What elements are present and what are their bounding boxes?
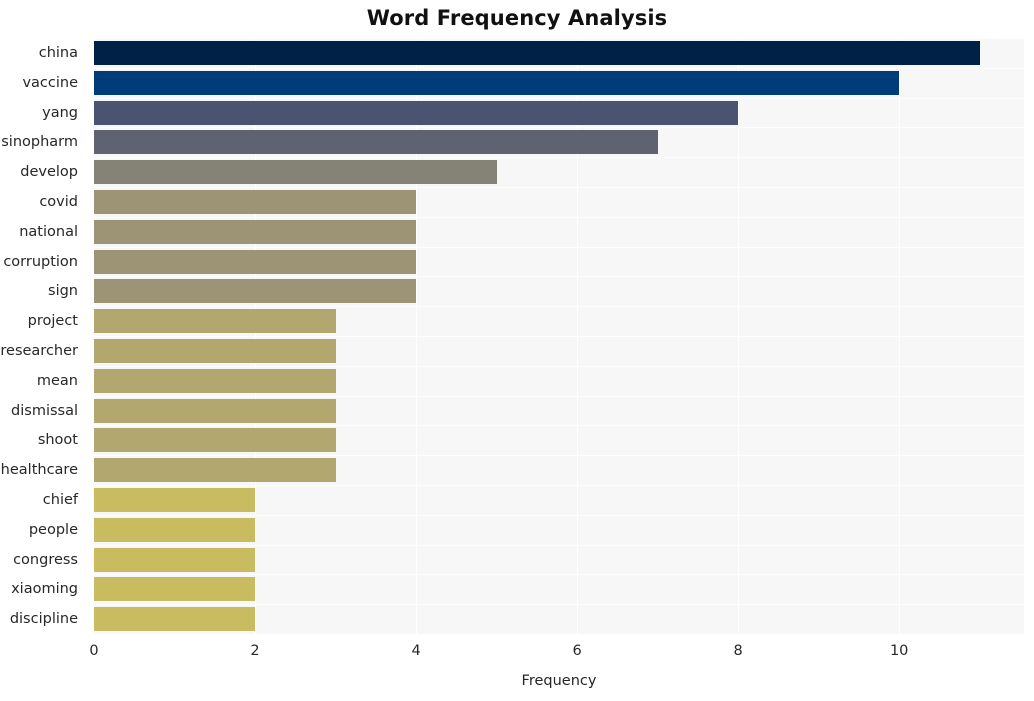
y-axis-tick-label: national [19,223,78,240]
chart-title: Word Frequency Analysis [366,6,668,30]
grid-line-horizontal [94,514,1024,516]
x-axis-tick-label: 0 [89,643,99,659]
bar [94,517,256,542]
y-axis-tick-label: project [27,313,78,330]
grid-line-horizontal [94,246,1024,248]
x-axis-title: Frequency [521,673,597,689]
grid-line-horizontal [94,485,1024,486]
bar [94,279,417,304]
y-axis-tick-label: yang [42,104,78,121]
grid-line-vertical [899,38,901,634]
grid-line-horizontal [94,455,1024,457]
bar [94,160,497,185]
bar [94,309,336,334]
y-axis-tick-label: researcher [0,342,78,359]
grid-line-horizontal [94,127,1024,129]
y-axis-tick-label: people [28,521,78,538]
grid-line-horizontal [94,157,1024,159]
y-axis-tick-label: discipline [9,611,78,628]
bar [94,130,658,155]
x-axis-tick-label: 2 [250,643,260,659]
bar [94,428,336,453]
grid-line-horizontal [94,187,1024,188]
bar [94,189,417,214]
grid-line-horizontal [94,574,1024,576]
y-axis-tick-label: sign [48,283,78,300]
bar [94,458,336,483]
grid-line-horizontal [94,365,1024,367]
grid-line-vertical [94,38,95,634]
grid-line-horizontal [94,38,1024,39]
bar [94,547,256,572]
y-axis-tick-label: chief [42,491,78,508]
grid-line-vertical [416,38,418,634]
plot-area [94,38,1024,634]
grid-line-horizontal [94,544,1024,546]
grid-line-horizontal [94,395,1024,397]
grid-line-horizontal [94,216,1024,218]
bar [94,487,256,512]
y-axis-tick-label: corruption [3,253,78,270]
bar [94,577,256,602]
y-axis-tick-label: china [38,44,78,61]
bar [94,249,417,274]
y-axis-tick-label: covid [39,193,78,210]
bar [94,368,336,393]
bar [94,70,900,95]
bar [94,100,739,125]
grid-line-horizontal [94,306,1024,308]
grid-line-horizontal [94,425,1024,427]
chart-figure: Word Frequency Analysis china vaccine yang… [0,0,1034,701]
y-axis-tick-label: mean [36,372,78,389]
y-axis-tick-label: sinopharm [1,134,78,151]
grid-line-vertical [738,38,740,634]
y-axis-tick-label: dismissal [11,402,78,419]
grid-line-horizontal [94,67,1024,69]
grid-line-horizontal [94,97,1024,99]
x-axis-tick-label: 8 [733,643,743,659]
x-axis-tick-label: 10 [889,643,909,659]
y-axis-tick-label: vaccine [22,74,78,91]
y-axis-tick-label: healthcare [0,462,78,479]
x-axis-tick-label: 4 [411,643,421,659]
bar [94,607,256,632]
grid-line-horizontal [94,336,1024,337]
grid-line-vertical [577,38,579,634]
x-axis-tick-label: 6 [572,643,582,659]
bar [94,219,417,244]
bar [94,398,336,423]
y-axis-tick-label: shoot [37,432,78,449]
grid-line-vertical [255,38,257,634]
bar [94,338,336,363]
bar [94,40,980,65]
y-axis-tick-label: xiaoming [11,581,78,598]
grid-line-horizontal [94,604,1024,606]
y-axis-tick-label: congress [13,551,78,568]
y-axis-tick-label: develop [20,164,78,181]
grid-line-horizontal [94,276,1024,278]
